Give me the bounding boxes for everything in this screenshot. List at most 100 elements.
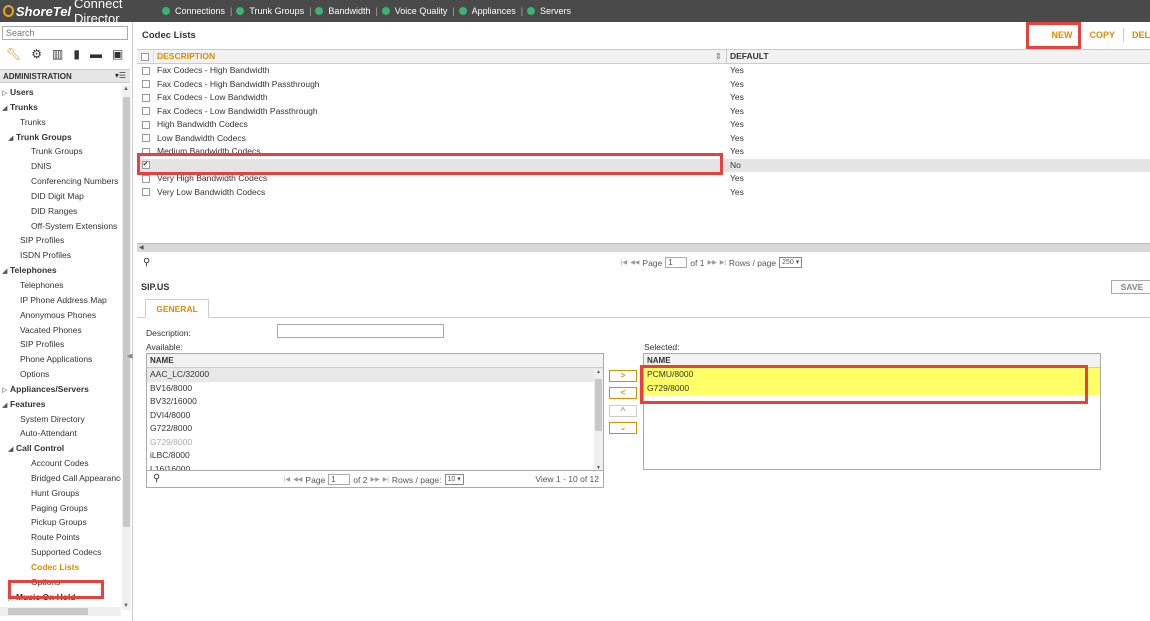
- first-page-icon[interactable]: |◀: [284, 476, 290, 483]
- row-description[interactable]: Fax Codecs - Low Bandwidth: [154, 91, 727, 105]
- add-codec-button[interactable]: >: [609, 370, 637, 382]
- sidebar-item[interactable]: Bridged Call Appearance: [0, 471, 121, 486]
- nav-servers[interactable]: Servers: [523, 6, 571, 16]
- row-checkbox[interactable]: [141, 174, 150, 183]
- list-item[interactable]: AAC_LC/32000: [147, 368, 603, 382]
- prev-page-icon[interactable]: ◀◀: [293, 476, 302, 483]
- sidebar-item[interactable]: Route Points: [0, 530, 121, 545]
- available-list-scrollbar[interactable]: ▲ ▼: [594, 369, 603, 470]
- sidebar-item[interactable]: ▷ Users: [0, 85, 121, 100]
- sidebar-search-input[interactable]: [2, 26, 128, 40]
- sidebar-item[interactable]: Paging Groups: [0, 501, 121, 516]
- sidebar-item[interactable]: Auto-Attendant: [0, 426, 121, 441]
- row-checkbox[interactable]: [141, 107, 150, 116]
- table-row[interactable]: High Bandwidth Codecs Yes: [137, 118, 1150, 132]
- row-description[interactable]: Fax Codecs - Low Bandwidth Passthrough: [154, 105, 727, 119]
- sidebar-item[interactable]: Conferencing Numbers: [0, 174, 121, 189]
- sidebar-item[interactable]: DID Digit Map: [0, 189, 121, 204]
- page-number-input[interactable]: 1: [328, 474, 351, 485]
- scroll-left-icon[interactable]: ◀: [139, 244, 144, 251]
- sidebar-item[interactable]: ◢ Telephones: [0, 263, 121, 278]
- list-item[interactable]: G722/8000: [147, 422, 603, 436]
- grid-horizontal-scrollbar[interactable]: ◀: [137, 243, 1150, 252]
- remove-codec-button[interactable]: <: [609, 387, 637, 399]
- sidebar-item[interactable]: Options: [0, 367, 121, 382]
- scroll-down-icon[interactable]: ▼: [123, 603, 129, 609]
- collapse-icon[interactable]: ◢: [8, 132, 16, 147]
- table-row[interactable]: Low Bandwidth Codecs Yes: [137, 132, 1150, 146]
- table-row[interactable]: Fax Codecs - High Bandwidth Passthrough Y…: [137, 78, 1150, 92]
- sidebar-item[interactable]: ◢ Trunks: [0, 100, 121, 115]
- collapse-icon[interactable]: ◢: [2, 265, 10, 280]
- list-item[interactable]: G729/8000: [147, 436, 603, 450]
- select-all-checkbox[interactable]: [141, 52, 149, 61]
- nav-connections[interactable]: Connections |: [158, 6, 232, 16]
- table-row[interactable]: Fax Codecs - Low Bandwidth Yes: [137, 91, 1150, 105]
- nav-bandwidth[interactable]: Bandwidth |: [311, 6, 378, 16]
- sidebar-item[interactable]: ▷ Appliances/Servers: [0, 382, 121, 397]
- search-icon[interactable]: ⚲: [153, 473, 160, 484]
- sidebar-vertical-scrollbar[interactable]: ▲ ▼: [122, 85, 131, 610]
- sidebar-item[interactable]: DID Ranges: [0, 204, 121, 219]
- list-item[interactable]: BV32/16000: [147, 395, 603, 409]
- row-checkbox[interactable]: [141, 188, 150, 197]
- sidebar-item[interactable]: ◢ Call Control: [0, 441, 121, 456]
- scroll-up-icon[interactable]: ▲: [123, 86, 129, 92]
- scroll-thumb[interactable]: [595, 379, 602, 431]
- sidebar-item[interactable]: Anonymous Phones: [0, 308, 121, 323]
- sidebar-item[interactable]: Trunk Groups: [0, 144, 121, 159]
- row-description[interactable]: Low Bandwidth Codecs: [154, 132, 727, 146]
- table-row[interactable]: Very Low Bandwidth Codecs Yes: [137, 186, 1150, 200]
- next-page-icon[interactable]: ▶▶: [370, 476, 379, 483]
- row-checkbox[interactable]: [141, 120, 150, 129]
- first-page-icon[interactable]: |◀: [621, 259, 627, 266]
- collapse-icon[interactable]: ◢: [2, 399, 10, 414]
- row-description[interactable]: Fax Codecs - High Bandwidth Passthrough: [154, 78, 727, 92]
- search-icon[interactable]: ⚲: [143, 257, 150, 268]
- sidebar-item[interactable]: Telephones: [0, 278, 121, 293]
- columns-icon[interactable]: ▮: [73, 47, 80, 61]
- briefcase-icon[interactable]: ▣: [112, 47, 123, 61]
- row-checkbox[interactable]: [141, 93, 150, 102]
- move-down-button[interactable]: ⌄: [609, 422, 637, 434]
- delete-button[interactable]: DEL: [1124, 30, 1150, 40]
- nav-voice-quality[interactable]: Voice Quality |: [378, 6, 455, 16]
- collapse-sidebar-icon[interactable]: ◀: [127, 352, 132, 360]
- row-checkbox[interactable]: [141, 66, 150, 75]
- row-description[interactable]: High Bandwidth Codecs: [154, 118, 727, 132]
- table-row[interactable]: Fax Codecs - Low Bandwidth Passthrough Ye…: [137, 105, 1150, 119]
- row-description[interactable]: Fax Codecs - High Bandwidth: [154, 64, 727, 78]
- gear-icon[interactable]: ⚙: [31, 47, 42, 61]
- column-header-description[interactable]: DESCRIPTION ⇕: [154, 50, 727, 63]
- sidebar-item[interactable]: Account Codes: [0, 456, 121, 471]
- copy-button[interactable]: COPY: [1081, 30, 1123, 40]
- sidebar-item[interactable]: Pickup Groups: [0, 515, 121, 530]
- sidebar-item[interactable]: Off-System Extensions: [0, 219, 121, 234]
- chart-icon[interactable]: ▥: [52, 47, 63, 61]
- sidebar-item[interactable]: ◢ Features: [0, 397, 121, 412]
- collapse-icon[interactable]: ◢: [2, 102, 10, 117]
- sort-icon[interactable]: ⇕: [715, 50, 722, 63]
- collapse-icon[interactable]: ◢: [8, 443, 16, 458]
- rows-per-page-select[interactable]: 250 ▾: [779, 257, 803, 268]
- available-name-header[interactable]: NAME: [147, 354, 603, 368]
- list-item[interactable]: DVI4/8000: [147, 409, 603, 423]
- nav-trunk-groups[interactable]: Trunk Groups |: [232, 6, 311, 16]
- description-input[interactable]: [277, 324, 444, 338]
- sidebar-item[interactable]: Hunt Groups: [0, 486, 121, 501]
- column-header-default[interactable]: DEFAULT: [727, 50, 1150, 63]
- sidebar-item[interactable]: Trunks: [0, 115, 121, 130]
- sidebar-item[interactable]: ◢ Trunk Groups: [0, 130, 121, 145]
- row-checkbox[interactable]: [141, 134, 150, 143]
- wrench-icon[interactable]: 🔧︎: [6, 47, 21, 61]
- page-number-input[interactable]: 1: [665, 257, 688, 268]
- sidebar-item[interactable]: Vacated Phones: [0, 323, 121, 338]
- last-page-icon[interactable]: ▶|: [720, 259, 726, 266]
- last-page-icon[interactable]: ▶|: [383, 476, 389, 483]
- sidebar-item[interactable]: DNIS: [0, 159, 121, 174]
- list-item[interactable]: L16/16000: [147, 463, 603, 471]
- scroll-thumb[interactable]: [8, 608, 88, 615]
- prev-page-icon[interactable]: ◀◀: [630, 259, 639, 266]
- table-row[interactable]: Fax Codecs - High Bandwidth Yes: [137, 64, 1150, 78]
- tab-general[interactable]: GENERAL: [145, 299, 209, 318]
